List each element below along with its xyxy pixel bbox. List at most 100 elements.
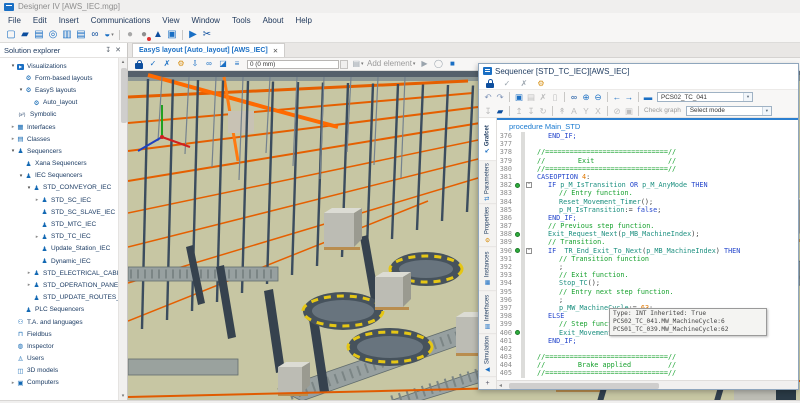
mode-select[interactable]: Select mode ▾: [686, 106, 772, 116]
breakpoint-margin[interactable]: [513, 353, 521, 361]
discard-icon[interactable]: ✗: [517, 79, 531, 89]
undo-icon[interactable]: ↶: [482, 91, 494, 103]
tree-item-classes[interactable]: ▸▤Classes: [0, 133, 118, 145]
code-line[interactable]: 387// Previous step function.: [497, 222, 798, 230]
align-a-icon[interactable]: A: [568, 105, 580, 117]
fold-margin[interactable]: [525, 312, 533, 320]
fold-margin[interactable]: [525, 337, 533, 345]
import-icon[interactable]: ⇩: [188, 59, 202, 70]
layers-icon[interactable]: ▤▾: [351, 59, 365, 70]
tab-simulation[interactable]: ▶Simulation: [479, 334, 496, 377]
measure-input[interactable]: [247, 60, 339, 69]
lock-icon[interactable]: [483, 79, 497, 89]
fold-margin[interactable]: [525, 148, 533, 156]
code-line[interactable]: 402: [497, 345, 798, 353]
fold-margin[interactable]: [525, 296, 533, 304]
tab-properties[interactable]: ⚙Properties: [479, 204, 496, 247]
tree-item-3d-models[interactable]: ◫3D models: [0, 365, 118, 377]
menu-item-insert[interactable]: Insert: [53, 16, 85, 25]
align-y-icon[interactable]: Y: [580, 105, 592, 117]
list-icon[interactable]: ≡: [230, 59, 244, 70]
breakpoint-margin[interactable]: [513, 132, 521, 140]
tree-item-xana-sequencers[interactable]: ♟Xana Sequencers: [0, 158, 118, 170]
tree-item-std-operation-pane-[interactable]: ▸♟STD_OPERATION_PANE...: [0, 279, 118, 291]
code-line[interactable]: 379// Exit //: [497, 157, 798, 165]
scroll-down-icon[interactable]: ▾: [119, 393, 127, 399]
code-line[interactable]: 403//==============================//: [497, 353, 798, 361]
tab-close-icon[interactable]: ✕: [273, 47, 278, 55]
cancel-icon[interactable]: ✗: [160, 59, 174, 70]
offline-status-icon[interactable]: ●: [137, 28, 151, 41]
tree-item-std-conveyor-iec[interactable]: ▾♟STD_CONVEYOR_IEC: [0, 182, 118, 194]
panel-b-icon[interactable]: ▤: [74, 28, 88, 41]
navigate-back-icon[interactable]: ←: [611, 91, 623, 103]
menu-item-help[interactable]: Help: [290, 16, 318, 25]
code-line[interactable]: 389// Transition.: [497, 238, 798, 246]
add-tab-button[interactable]: +: [479, 377, 496, 389]
breakpoint-margin[interactable]: [513, 312, 521, 320]
stop-icon[interactable]: ■: [445, 59, 459, 70]
menu-item-window[interactable]: Window: [185, 16, 225, 25]
panel-library-icon[interactable]: ▤: [32, 28, 46, 41]
code-line[interactable]: 388Exit_Request_Next(p_MB_MachineIndex);: [497, 230, 798, 238]
code-line[interactable]: 401END_IF;: [497, 337, 798, 345]
fold-margin[interactable]: [525, 165, 533, 173]
code-line[interactable]: 376END_IF;: [497, 132, 798, 140]
code-line[interactable]: 378//==============================//: [497, 148, 798, 156]
pin-icon[interactable]: ↧: [103, 46, 113, 54]
code-line[interactable]: 391// Transition function: [497, 255, 798, 263]
delete-icon[interactable]: ▯: [549, 91, 561, 103]
add-element-label[interactable]: Add element▾: [365, 59, 417, 70]
fold-margin[interactable]: [525, 189, 533, 197]
fold-margin[interactable]: [525, 353, 533, 361]
close-icon[interactable]: ✕: [113, 46, 123, 54]
fold-margin[interactable]: [525, 288, 533, 296]
tab-easys-layout[interactable]: EasyS layout [Auto_layout] [AWS_IEC] ✕: [132, 43, 285, 57]
breakpoint-margin[interactable]: [513, 214, 521, 222]
breakpoint-margin[interactable]: [513, 288, 521, 296]
tree-item-dynamic-iec[interactable]: ♟Dynamic_IEC: [0, 255, 118, 267]
fold-collapse-icon[interactable]: −: [526, 248, 532, 254]
tree-item-update-station-iec[interactable]: ♟Update_Station_IEC: [0, 243, 118, 255]
cut-icon[interactable]: ✗: [537, 91, 549, 103]
tree-item-sequencers[interactable]: ▾♟Sequencers: [0, 145, 118, 157]
zoom-in-icon[interactable]: ⊕: [580, 91, 592, 103]
info-icon[interactable]: ◎: [46, 28, 60, 41]
navigate-forward-icon[interactable]: →: [623, 91, 635, 103]
fold-margin[interactable]: [525, 345, 533, 353]
menu-item-edit[interactable]: Edit: [27, 16, 53, 25]
breakpoint-margin[interactable]: [513, 369, 521, 377]
breakpoint-margin[interactable]: [513, 189, 521, 197]
tab-grafcet[interactable]: ↖Grafcet: [479, 118, 496, 161]
breakpoint-margin[interactable]: [513, 140, 521, 148]
tree-item-interfaces[interactable]: ▸▦Interfaces: [0, 121, 118, 133]
breakpoint-margin[interactable]: [513, 279, 521, 287]
menu-item-file[interactable]: File: [2, 16, 27, 25]
breakpoint-margin[interactable]: [513, 263, 521, 271]
code-line[interactable]: 382−IF p_M_IsTransition OR p_M_AnyMode T…: [497, 181, 798, 189]
lock-icon[interactable]: [132, 59, 146, 70]
breakpoint-margin[interactable]: [513, 255, 521, 263]
breakpoint-margin[interactable]: [513, 337, 521, 345]
sequencer-title-bar[interactable]: Sequencer [STD_TC_IEC][AWS_IEC]: [479, 64, 798, 78]
export-icon[interactable]: ▶: [186, 28, 200, 41]
tree-item-inspector[interactable]: ◍Inspector: [0, 340, 118, 352]
fold-margin[interactable]: [525, 173, 533, 181]
tree-item-visualizations[interactable]: ▾▶Visualizations: [0, 60, 118, 72]
align-x-icon[interactable]: X: [592, 105, 604, 117]
tab-interfaces[interactable]: ▥Interfaces: [479, 291, 496, 334]
settings-gear-icon[interactable]: ⚙: [174, 59, 188, 70]
code-line[interactable]: 404// Brake applied //: [497, 361, 798, 369]
move-down-icon[interactable]: ↧: [525, 105, 537, 117]
menu-item-about[interactable]: About: [257, 16, 290, 25]
code-line[interactable]: 386END_IF;: [497, 214, 798, 222]
find-icon[interactable]: ∞: [568, 91, 580, 103]
monitor-search-icon[interactable]: ▣: [165, 28, 179, 41]
code-line[interactable]: 385p_M_IsTransition:= false;: [497, 206, 798, 214]
tree-item-std-sc-iec[interactable]: ▸♟STD_SC_IEC: [0, 194, 118, 206]
frame-icon[interactable]: ▣: [623, 105, 635, 117]
breakpoint-margin[interactable]: [513, 238, 521, 246]
fold-margin[interactable]: [525, 271, 533, 279]
tree-item-form-based-layouts[interactable]: ⚙Form-based layouts: [0, 72, 118, 84]
menu-item-view[interactable]: View: [156, 16, 185, 25]
